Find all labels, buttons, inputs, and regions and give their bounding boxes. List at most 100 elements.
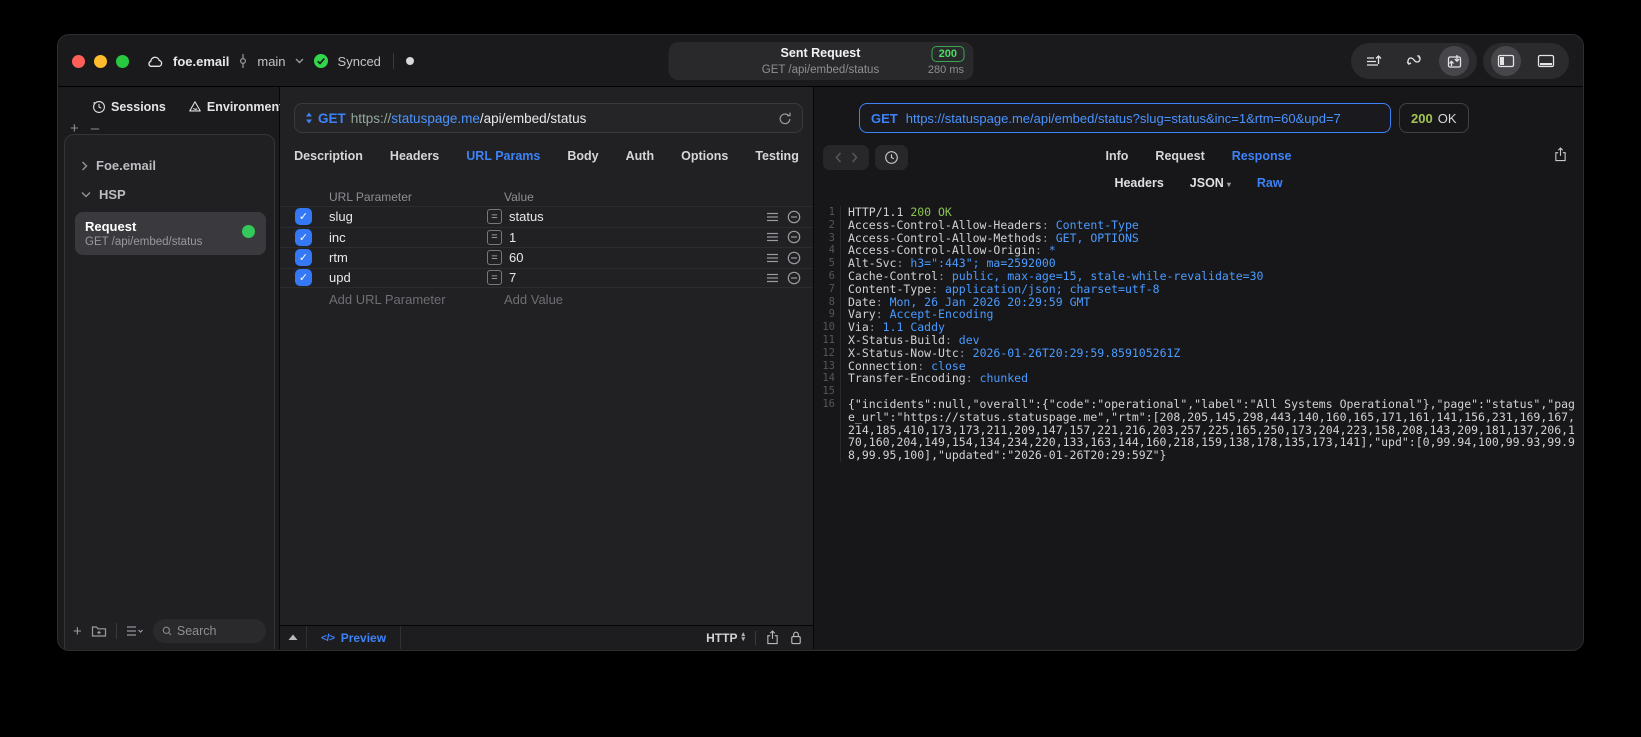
chevron-right-icon [81,160,88,171]
param-options-button[interactable] [766,212,779,222]
param-value-field[interactable]: 1 [509,230,766,245]
response-tab-response[interactable]: Response [1232,149,1292,163]
param-checkbox[interactable]: ✓ [295,208,312,226]
preview-button[interactable]: </> Preview [307,626,402,649]
search-field[interactable] [152,619,266,643]
line-number: 11 [814,333,841,347]
share-request-button[interactable] [766,630,779,645]
request-item-subtitle: GET /api/embed/status [85,236,203,248]
line-number: 3 [814,231,841,245]
sort-requests-button[interactable] [1359,46,1389,76]
url-host: statuspage.me [391,110,480,126]
param-row: ✓ slug = status [280,206,813,227]
collapse-panel-button[interactable] [280,626,307,649]
column-header-url-parameter: URL Parameter [329,189,412,204]
sent-request-url-field[interactable]: GET https://statuspage.me/api/embed/stat… [859,103,1391,133]
request-editor-panel: GET https://statuspage.me/api/embed/stat… [280,87,814,649]
param-name-field[interactable]: inc [329,230,487,245]
line-number: 10 [814,321,841,334]
method-stepper-icon[interactable] [305,112,313,124]
lock-button[interactable] [790,630,802,645]
request-tab-options[interactable]: Options [681,149,728,163]
line-number: 15 [814,385,841,398]
param-name-field[interactable]: slug [329,209,487,224]
line-number: 4 [814,244,841,258]
request-tab-body[interactable]: Body [567,149,598,163]
close-window-button[interactable] [72,55,85,68]
list-options-button[interactable] [126,625,144,637]
request-url[interactable]: https://statuspage.me/api/embed/status [351,111,773,126]
request-tab-testing[interactable]: Testing [755,149,799,163]
sidebar: Sessions Environments + – Foe.email HSP … [58,87,290,649]
branch-name[interactable]: main [257,54,285,69]
response-url: https://statuspage.me/api/embed/status?s… [905,110,1341,126]
param-options-button[interactable] [766,253,779,263]
resend-request-button[interactable] [778,111,792,126]
line-number: 13 [814,359,841,373]
history-button[interactable] [875,145,908,170]
response-subtab-raw[interactable]: Raw [1257,176,1283,190]
param-row: ✓ rtm = 60 [280,247,813,268]
param-value-field[interactable]: 7 [509,270,766,285]
param-options-button[interactable] [766,273,779,283]
tab-environments[interactable]: Environments [188,100,290,114]
add-value-placeholder[interactable]: Add Value [504,292,813,307]
remove-param-button[interactable] [787,230,801,244]
sent-request-summary[interactable]: Sent Request GET /api/embed/status 200 2… [668,42,973,80]
param-checkbox[interactable]: ✓ [295,228,312,246]
response-tab-request[interactable]: Request [1155,149,1204,163]
search-input[interactable] [176,624,257,638]
branch-icon [238,53,248,69]
response-subtab-json[interactable]: JSON ▾ [1190,176,1231,190]
history-nav-buttons [823,145,869,170]
tab-sessions[interactable]: Sessions [92,100,166,114]
import-export-button[interactable] [1439,46,1469,76]
param-value-field[interactable]: status [509,209,766,224]
remove-param-button[interactable] [787,210,801,224]
response-subtab-headers[interactable]: Headers [1114,176,1163,190]
protocol-selector[interactable]: HTTP ▴ ▾ [706,631,745,645]
request-list-item-selected[interactable]: Request GET /api/embed/status [75,212,266,255]
param-value-field[interactable]: 60 [509,250,766,265]
zoom-window-button[interactable] [116,55,129,68]
request-method[interactable]: GET [318,111,346,126]
response-tab-info[interactable]: Info [1106,149,1129,163]
column-header-value: Value [504,189,534,204]
new-folder-button[interactable] [91,624,107,638]
duration-label: 280 ms [927,64,964,76]
minimize-window-button[interactable] [94,55,107,68]
share-icon [767,630,778,645]
remove-param-button[interactable] [787,251,801,265]
request-tab-headers[interactable]: Headers [390,149,439,163]
param-name-field[interactable]: rtm [329,250,487,265]
request-bottom-bar: </> Preview HTTP ▴ ▾ [280,625,813,649]
sync-status[interactable]: Synced [338,54,381,69]
next-response-button[interactable] [851,152,858,163]
code-segment: 2026-01-26T20:29:59.859105261Z [972,345,1181,360]
tree-item-foe-email[interactable]: Foe.email [73,151,268,180]
request-tab-url-params[interactable]: URL Params [466,149,540,163]
add-url-parameter-placeholder[interactable]: Add URL Parameter [329,292,504,307]
remove-param-button[interactable] [787,271,801,285]
prev-response-button[interactable] [834,152,842,163]
param-options-button[interactable] [766,232,779,242]
export-response-button[interactable] [1554,147,1567,162]
toggle-sidebar-button[interactable] [1491,46,1521,76]
equals-icon: = [487,229,502,245]
param-name-field[interactable]: upd [329,270,487,285]
folder-plus-icon [91,626,106,637]
request-tab-auth[interactable]: Auth [626,149,654,163]
param-checkbox[interactable]: ✓ [295,249,312,267]
request-url-bar[interactable]: GET https://statuspage.me/api/embed/stat… [294,103,803,133]
param-checkbox[interactable]: ✓ [295,269,312,287]
history-clock-icon [885,151,898,164]
project-name[interactable]: foe.email [173,54,229,69]
tree-item-hsp[interactable]: HSP [73,180,268,209]
branch-chevron-icon[interactable] [295,58,304,64]
param-row: ✓ upd = 7 [280,267,813,288]
sync-branches-button[interactable] [1399,46,1429,76]
line-number: 5 [814,257,841,270]
new-request-button[interactable]: + [73,623,82,640]
request-tab-description[interactable]: Description [294,149,363,163]
toggle-bottom-panel-button[interactable] [1531,46,1561,76]
